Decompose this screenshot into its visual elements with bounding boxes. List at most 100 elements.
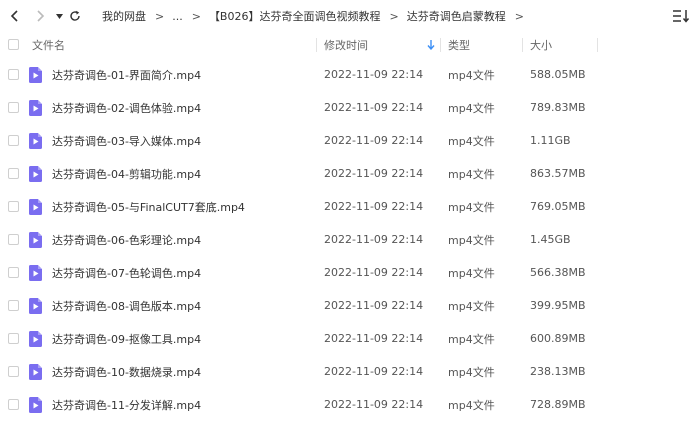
breadcrumb-separator-icon: > (155, 9, 165, 23)
file-name[interactable]: 达芬奇调色-07-色轮调色.mp4 (52, 256, 201, 289)
breadcrumb-item-root[interactable]: 我的网盘 (102, 8, 146, 24)
file-row-checkbox[interactable] (8, 300, 19, 311)
back-button[interactable] (6, 0, 22, 32)
file-type: mp4文件 (448, 101, 495, 115)
file-row-checkbox[interactable] (8, 201, 19, 212)
caret-down-icon (55, 13, 63, 19)
breadcrumb-separator-icon: > (514, 9, 524, 23)
file-row-checkbox[interactable] (8, 168, 19, 179)
video-file-icon (29, 133, 42, 149)
sort-menu-button[interactable] (672, 8, 690, 24)
file-name[interactable]: 达芬奇调色-03-导入媒体.mp4 (52, 124, 201, 157)
file-row-checkbox[interactable] (8, 333, 19, 344)
breadcrumb-separator-icon: > (389, 9, 399, 23)
file-row-checkbox[interactable] (8, 102, 19, 113)
file-size: 789.83MB (530, 101, 586, 114)
file-row[interactable]: 达芬奇调色-08-调色版本.mp4 2022-11-09 22:14 mp4文件… (0, 289, 700, 322)
file-name[interactable]: 达芬奇调色-09-抠像工具.mp4 (52, 322, 201, 355)
file-size: 399.95MB (530, 299, 586, 312)
file-type: mp4文件 (448, 200, 495, 214)
file-row[interactable]: 达芬奇调色-10-数据烧录.mp4 2022-11-09 22:14 mp4文件… (0, 355, 700, 388)
file-size: 1.11GB (530, 134, 571, 147)
select-all-checkbox[interactable] (8, 39, 19, 50)
history-dropdown-button[interactable] (54, 0, 64, 32)
file-type: mp4文件 (448, 68, 495, 82)
column-header-type[interactable]: 类型 (448, 32, 470, 58)
file-size: 238.13MB (530, 365, 586, 378)
file-row[interactable]: 达芬奇调色-02-调色体验.mp4 2022-11-09 22:14 mp4文件… (0, 91, 700, 124)
video-file-icon (29, 397, 42, 413)
file-size: 566.38MB (530, 266, 586, 279)
file-modified-time: 2022-11-09 22:14 (324, 167, 424, 180)
file-row[interactable]: 达芬奇调色-04-剪辑功能.mp4 2022-11-09 22:14 mp4文件… (0, 157, 700, 190)
file-size: 1.45GB (530, 233, 571, 246)
breadcrumb-item-course[interactable]: 【B026】达芬奇全面调色视频教程 (209, 8, 381, 24)
column-header-size[interactable]: 大小 (530, 32, 552, 58)
toolbar: 我的网盘 > ... > 【B026】达芬奇全面调色视频教程 > 达芬奇调色启蒙… (0, 0, 700, 32)
file-row-checkbox[interactable] (8, 234, 19, 245)
file-row-checkbox[interactable] (8, 135, 19, 146)
file-size: 600.89MB (530, 332, 586, 345)
file-row-checkbox[interactable] (8, 69, 19, 80)
file-row-checkbox[interactable] (8, 267, 19, 278)
file-type: mp4文件 (448, 299, 495, 313)
refresh-button[interactable] (68, 0, 82, 32)
breadcrumb-item-ellipsis[interactable]: ... (172, 10, 183, 23)
file-type: mp4文件 (448, 134, 495, 148)
breadcrumb-item-current[interactable]: 达芬奇调色启蒙教程 (407, 8, 506, 24)
video-file-icon (29, 265, 42, 281)
video-file-icon (29, 67, 42, 83)
video-file-icon (29, 100, 42, 116)
column-header-name[interactable]: 文件名 (32, 32, 65, 58)
file-modified-time: 2022-11-09 22:14 (324, 200, 424, 213)
breadcrumb-separator-icon: > (191, 9, 201, 23)
column-header-modified[interactable]: 修改时间 (324, 32, 368, 58)
file-row[interactable]: 达芬奇调色-06-色彩理论.mp4 2022-11-09 22:14 mp4文件… (0, 223, 700, 256)
file-modified-time: 2022-11-09 22:14 (324, 101, 424, 114)
file-type: mp4文件 (448, 332, 495, 346)
file-size: 769.05MB (530, 200, 586, 213)
column-divider (440, 38, 441, 52)
file-name[interactable]: 达芬奇调色-02-调色体验.mp4 (52, 91, 201, 124)
forward-button[interactable] (32, 0, 48, 32)
sort-arrow-down-icon[interactable] (427, 32, 435, 58)
file-list-header: 文件名 修改时间 类型 大小 (0, 32, 700, 58)
video-file-icon (29, 166, 42, 182)
file-name[interactable]: 达芬奇调色-01-界面简介.mp4 (52, 58, 201, 91)
file-name[interactable]: 达芬奇调色-04-剪辑功能.mp4 (52, 157, 201, 190)
sort-list-icon (673, 10, 690, 23)
file-row-checkbox[interactable] (8, 399, 19, 410)
file-name[interactable]: 达芬奇调色-10-数据烧录.mp4 (52, 355, 201, 388)
video-file-icon (29, 199, 42, 215)
file-name[interactable]: 达芬奇调色-08-调色版本.mp4 (52, 289, 201, 322)
file-size: 863.57MB (530, 167, 586, 180)
file-size: 728.89MB (530, 398, 586, 411)
file-type: mp4文件 (448, 167, 495, 181)
file-row[interactable]: 达芬奇调色-11-分发详解.mp4 2022-11-09 22:14 mp4文件… (0, 388, 700, 421)
file-row[interactable]: 达芬奇调色-01-界面简介.mp4 2022-11-09 22:14 mp4文件… (0, 58, 700, 91)
file-modified-time: 2022-11-09 22:14 (324, 233, 424, 246)
file-modified-time: 2022-11-09 22:14 (324, 299, 424, 312)
file-type: mp4文件 (448, 365, 495, 379)
file-name[interactable]: 达芬奇调色-05-与FinalCUT7套底.mp4 (52, 190, 245, 223)
file-modified-time: 2022-11-09 22:14 (324, 266, 424, 279)
file-row-checkbox[interactable] (8, 366, 19, 377)
file-row[interactable]: 达芬奇调色-03-导入媒体.mp4 2022-11-09 22:14 mp4文件… (0, 124, 700, 157)
file-size: 588.05MB (530, 68, 586, 81)
video-file-icon (29, 298, 42, 314)
file-modified-time: 2022-11-09 22:14 (324, 68, 424, 81)
video-file-icon (29, 331, 42, 347)
column-divider (522, 38, 523, 52)
file-row[interactable]: 达芬奇调色-05-与FinalCUT7套底.mp4 2022-11-09 22:… (0, 190, 700, 223)
file-name[interactable]: 达芬奇调色-06-色彩理论.mp4 (52, 223, 201, 256)
file-row[interactable]: 达芬奇调色-09-抠像工具.mp4 2022-11-09 22:14 mp4文件… (0, 322, 700, 355)
file-type: mp4文件 (448, 398, 495, 412)
file-row[interactable]: 达芬奇调色-07-色轮调色.mp4 2022-11-09 22:14 mp4文件… (0, 256, 700, 289)
file-name[interactable]: 达芬奇调色-11-分发详解.mp4 (52, 388, 201, 421)
chevron-left-icon (10, 10, 18, 22)
file-modified-time: 2022-11-09 22:14 (324, 332, 424, 345)
file-modified-time: 2022-11-09 22:14 (324, 365, 424, 378)
video-file-icon (29, 364, 42, 380)
column-divider (316, 38, 317, 52)
video-file-icon (29, 232, 42, 248)
